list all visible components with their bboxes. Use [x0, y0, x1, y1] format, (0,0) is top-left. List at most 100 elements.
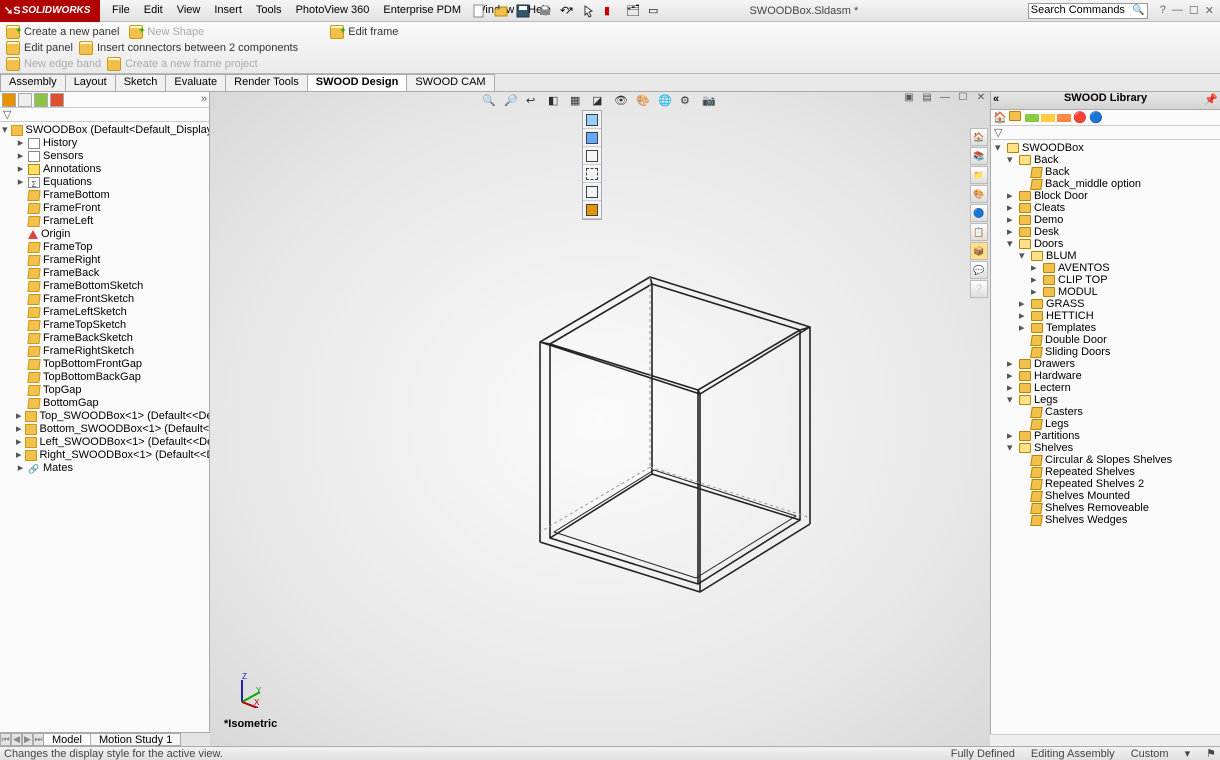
panel-collapse-icon[interactable]: » [201, 93, 207, 106]
appearances-tab-icon[interactable]: 🔵 [970, 204, 988, 222]
select-icon[interactable] [582, 4, 596, 18]
swood-lib-tab-icon[interactable]: 📦 [970, 242, 988, 260]
expand-icon[interactable]: ▸ [1007, 214, 1016, 226]
library-item[interactable]: ▸HETTICH [993, 310, 1218, 322]
appearance-icon[interactable]: 🎨 [636, 94, 652, 110]
feature-item[interactable]: FrameLeftSketch [2, 306, 207, 319]
library-item[interactable]: ▾Doors [993, 238, 1218, 250]
design-lib-tab-icon[interactable]: 📚 [970, 147, 988, 165]
forum-tab-icon[interactable]: 💬 [970, 261, 988, 279]
minimize-icon[interactable]: — [1172, 4, 1183, 17]
render-icon[interactable]: 📷 [702, 94, 718, 110]
lib-home-icon[interactable]: 🏠 [993, 111, 1007, 125]
tab-swood-cam[interactable]: SWOOD CAM [406, 74, 494, 91]
expand-icon[interactable]: ▸ [16, 462, 25, 475]
tab-sketch[interactable]: Sketch [115, 74, 167, 91]
bottom-tab-motion-study-1[interactable]: Motion Study 1 [90, 733, 181, 746]
feature-tree-root[interactable]: ▾ SWOODBox (Default<Default_Display Stat… [2, 124, 207, 137]
help-icon[interactable]: ? [1160, 4, 1166, 17]
expand-icon[interactable]: ▸ [16, 449, 22, 462]
view-settings-icon[interactable]: ⚙ [680, 94, 696, 110]
lib-panel-icon[interactable] [1025, 114, 1039, 122]
expand-icon[interactable]: ▸ [1007, 430, 1016, 442]
feature-item[interactable]: ▸ΣEquations [2, 176, 207, 189]
library-collapse-icon[interactable]: « [993, 93, 999, 105]
vp-cascade-icon[interactable]: ▤ [920, 92, 934, 106]
ribbon-create-a-new-panel[interactable]: Create a new panel [6, 25, 119, 39]
feature-item[interactable]: FrameBack [2, 267, 207, 280]
library-item[interactable]: ▸GRASS [993, 298, 1218, 310]
expand-icon[interactable]: ▾ [1019, 250, 1028, 262]
expand-icon[interactable]: ▸ [1007, 226, 1016, 238]
library-item[interactable]: ▸Cleats [993, 202, 1218, 214]
status-dropdown-icon[interactable]: ▾ [1185, 747, 1191, 760]
view-palette-tab-icon[interactable]: 🎨 [970, 185, 988, 203]
hidden-removed-icon[interactable] [583, 147, 601, 165]
feature-item[interactable]: FrameFrontSketch [2, 293, 207, 306]
library-item[interactable]: ▾Legs [993, 394, 1218, 406]
feature-item[interactable]: FrameBottom [2, 189, 207, 202]
options-icon[interactable]: 🗂 [626, 4, 640, 18]
tab-swood-design[interactable]: SWOOD Design [307, 74, 408, 91]
expand-icon[interactable]: ▾ [1007, 154, 1016, 166]
zoom-area-icon[interactable]: 🔎 [504, 94, 520, 110]
status-flag-icon[interactable]: ⚑ [1206, 747, 1216, 760]
file-explorer-tab-icon[interactable]: 📁 [970, 166, 988, 184]
vp-close-icon[interactable]: ✕ [974, 92, 988, 106]
feature-item[interactable]: ▸History [2, 137, 207, 150]
feature-item[interactable]: ▸Bottom_SWOODBox<1> (Default<<Default>_D… [2, 423, 207, 436]
status-units[interactable]: Custom [1131, 748, 1169, 760]
shaded-icon[interactable] [583, 129, 601, 147]
expand-icon[interactable]: ▾ [1007, 442, 1016, 454]
feature-item[interactable]: Origin [2, 228, 207, 241]
tab-layout[interactable]: Layout [65, 74, 116, 91]
menu-enterprise-pdm[interactable]: Enterprise PDM [377, 2, 467, 19]
expand-icon[interactable]: ▸ [16, 410, 22, 423]
custom-props-tab-icon[interactable]: 📋 [970, 223, 988, 241]
feature-item[interactable]: TopBottomFrontGap [2, 358, 207, 371]
library-item[interactable]: ▸AVENTOS [993, 262, 1218, 274]
tab-evaluate[interactable]: Evaluate [165, 74, 226, 91]
bottom-tab-model[interactable]: Model [43, 733, 91, 746]
lib-hardware-icon[interactable]: 🔵 [1089, 111, 1103, 125]
feature-item[interactable]: ▸Sensors [2, 150, 207, 163]
feature-item[interactable]: FrameBackSketch [2, 332, 207, 345]
library-item[interactable]: Back [993, 166, 1218, 178]
shaded-edges-icon[interactable] [583, 111, 601, 129]
close-icon[interactable]: ✕ [1205, 4, 1214, 17]
expand-icon[interactable]: ▸ [1019, 310, 1028, 322]
ribbon-insert-connectors-between-2-components[interactable]: Insert connectors between 2 components [79, 41, 298, 55]
expand-icon[interactable]: ▸ [1007, 190, 1016, 202]
search-commands[interactable]: Search Commands🔍 [1028, 3, 1148, 19]
feature-item[interactable]: FrameBottomSketch [2, 280, 207, 293]
settings-icon[interactable]: ▭ [648, 4, 662, 18]
hidden-visible-icon[interactable] [583, 165, 601, 183]
library-item[interactable]: Legs [993, 418, 1218, 430]
tab-render-tools[interactable]: Render Tools [225, 74, 308, 91]
menu-photoview-360[interactable]: PhotoView 360 [290, 2, 376, 19]
expand-icon[interactable]: ▸ [16, 163, 25, 176]
feature-item[interactable]: TopGap [2, 384, 207, 397]
vp-tile-icon[interactable]: ▣ [902, 92, 916, 106]
feature-item[interactable]: ▸Left_SWOODBox<1> (Default<<Default>_Dis… [2, 436, 207, 449]
maximize-icon[interactable]: ☐ [1189, 4, 1199, 17]
library-root[interactable]: ▾ SWOODBox [993, 142, 1218, 154]
expand-icon[interactable]: ▾ [2, 124, 8, 137]
library-item[interactable]: ▾Back [993, 154, 1218, 166]
library-item[interactable]: Double Door [993, 334, 1218, 346]
library-pin-icon[interactable]: 📌 [1204, 93, 1218, 106]
expand-icon[interactable]: ▾ [995, 142, 1004, 154]
library-item[interactable]: Shelves Removeable [993, 502, 1218, 514]
expand-icon[interactable]: ▸ [16, 436, 22, 449]
lib-box-icon[interactable] [1009, 111, 1023, 125]
section-view-icon[interactable]: ◧ [548, 94, 564, 110]
library-item[interactable]: Sliding Doors [993, 346, 1218, 358]
library-item[interactable]: ▸Lectern [993, 382, 1218, 394]
feature-item[interactable]: FrameTopSketch [2, 319, 207, 332]
menu-view[interactable]: View [171, 2, 207, 19]
library-item[interactable]: ▸Hardware [993, 370, 1218, 382]
tab-assembly[interactable]: Assembly [0, 74, 66, 91]
expand-icon[interactable]: ▸ [1031, 274, 1040, 286]
feature-item[interactable]: ▸Mates [2, 462, 207, 475]
library-item[interactable]: Shelves Wedges [993, 514, 1218, 526]
